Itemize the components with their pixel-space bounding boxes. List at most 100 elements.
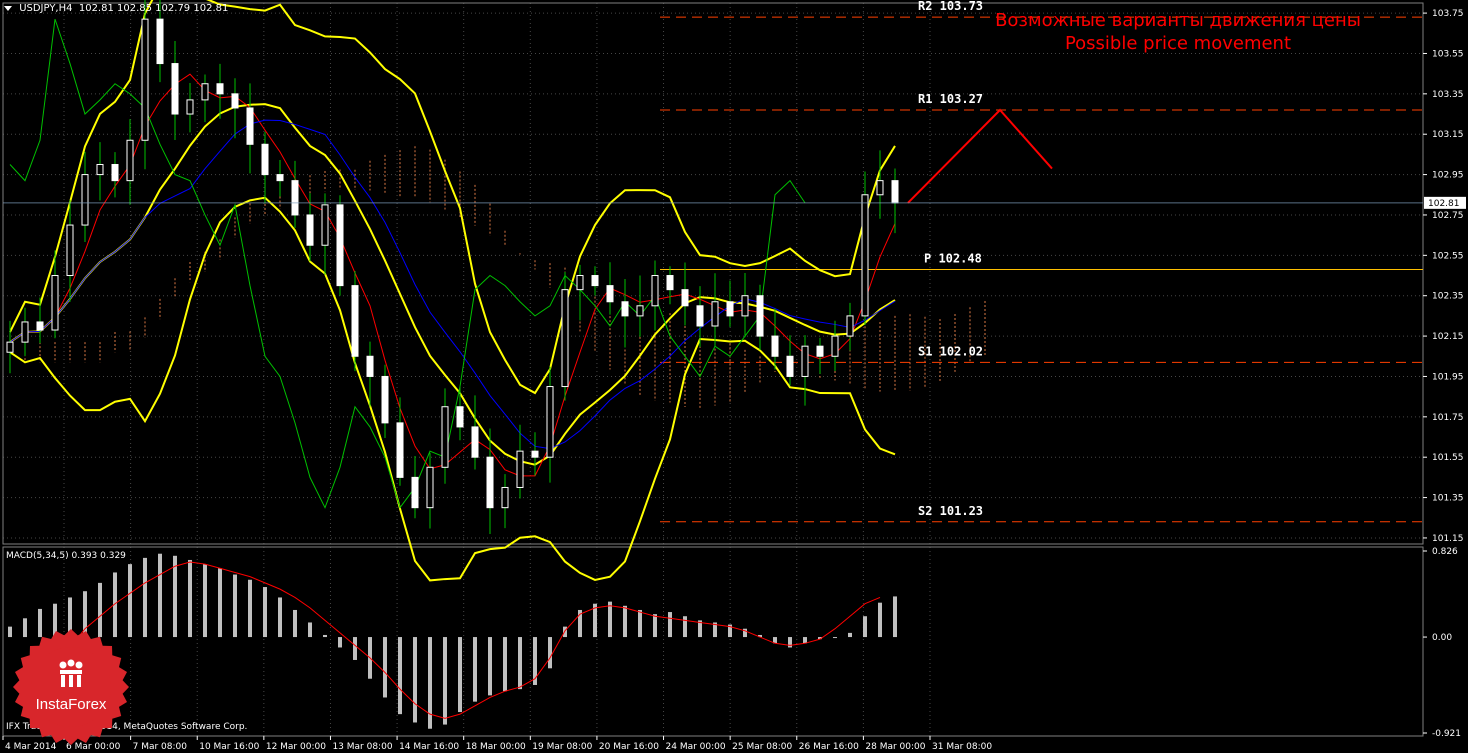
level-label-s1: S1 102.02 bbox=[918, 344, 983, 358]
candle-body bbox=[396, 422, 404, 478]
pivot-levels: R2 103.73R1 103.27P 102.48S1 102.02S2 10… bbox=[660, 0, 1423, 523]
candle-body bbox=[576, 275, 584, 291]
macd-bar bbox=[503, 637, 507, 692]
price-tick-label: 103.15 bbox=[1432, 130, 1464, 140]
macd-bar bbox=[563, 626, 567, 638]
macd-bar bbox=[683, 616, 687, 638]
price-tick-label: 102.55 bbox=[1432, 251, 1464, 261]
price-tick-label: 102.75 bbox=[1432, 211, 1464, 221]
time-tick-label: 14 Mar 16:00 bbox=[399, 742, 459, 752]
candle-body bbox=[231, 93, 239, 109]
macd-bar bbox=[128, 564, 132, 638]
candle-body bbox=[861, 194, 869, 317]
candle-body bbox=[411, 476, 419, 509]
macd-bar bbox=[893, 596, 897, 638]
macd-bar bbox=[188, 559, 192, 638]
price-tick-label: 102.95 bbox=[1432, 171, 1464, 181]
candle-body bbox=[471, 426, 479, 458]
candle-body bbox=[6, 341, 14, 353]
candle-body bbox=[711, 301, 719, 327]
macd-header: MACD(5,34,5) 0.393 0.329 bbox=[6, 551, 126, 561]
macd-bar bbox=[203, 564, 207, 638]
chart-header: USDJPY,H4 102.81 102.85 102.79 102.81 bbox=[4, 3, 228, 14]
candle-body bbox=[216, 83, 224, 95]
main-chart-panel[interactable] bbox=[2, 2, 1424, 545]
time-tick-label: 10 Mar 16:00 bbox=[199, 742, 259, 752]
macd-signal-line bbox=[54, 561, 881, 719]
macd-bar bbox=[218, 568, 222, 638]
candle-body bbox=[591, 275, 599, 287]
candle-body bbox=[291, 180, 299, 216]
candle-body bbox=[306, 214, 314, 246]
bollinger-lower bbox=[9, 196, 896, 582]
macd-indicator: 0.826 0.00 -0.921 bbox=[8, 547, 1461, 739]
price-tick-label: 101.75 bbox=[1432, 413, 1464, 423]
candle-body bbox=[891, 180, 899, 204]
macd-bar bbox=[863, 616, 867, 638]
candle-body bbox=[546, 386, 554, 458]
time-tick-label: 20 Mar 16:00 bbox=[599, 742, 659, 752]
macd-bar bbox=[413, 637, 417, 723]
candle-body bbox=[756, 295, 764, 337]
time-tick-label: 25 Mar 08:00 bbox=[732, 742, 792, 752]
time-tick-label: 26 Mar 16:00 bbox=[799, 742, 859, 752]
level-label-s2: S2 101.23 bbox=[918, 504, 983, 518]
candle-body bbox=[486, 456, 494, 509]
dropdown-icon[interactable] bbox=[4, 5, 12, 11]
candle-body bbox=[201, 83, 209, 101]
macd-bar bbox=[518, 637, 522, 690]
macd-bar bbox=[848, 632, 852, 638]
candle-body bbox=[846, 315, 854, 337]
chart-canvas: R2 103.73R1 103.27P 102.48S1 102.02S2 10… bbox=[2, 0, 1466, 752]
macd-bar bbox=[548, 637, 552, 669]
current-price-label: 102.81 bbox=[1428, 199, 1460, 209]
macd-bar bbox=[473, 637, 477, 702]
candle-body bbox=[126, 139, 134, 182]
time-tick-label: 19 Mar 08:00 bbox=[532, 742, 592, 752]
time-tick-label: 7 Mar 08:00 bbox=[133, 742, 188, 752]
candle-body bbox=[801, 345, 809, 377]
instaforex-logo: InstaForex bbox=[13, 629, 129, 745]
candle-body bbox=[96, 163, 104, 176]
candle-body bbox=[261, 143, 269, 176]
candle-body bbox=[516, 450, 524, 488]
macd-bar bbox=[638, 609, 642, 638]
macd-panel[interactable] bbox=[2, 546, 1424, 737]
candle-body bbox=[651, 275, 659, 307]
candle-body bbox=[636, 305, 644, 317]
price-tick-label: 103.75 bbox=[1432, 9, 1464, 19]
time-tick-label: 24 Mar 00:00 bbox=[666, 742, 726, 752]
macd-bar bbox=[173, 555, 177, 638]
time-tick-label: 28 Mar 00:00 bbox=[865, 742, 925, 752]
candle-body bbox=[531, 450, 539, 458]
macd-bar bbox=[608, 601, 612, 638]
candle-body bbox=[81, 174, 89, 226]
candle-body bbox=[381, 375, 389, 424]
macd-tick-label: -0.921 bbox=[1432, 729, 1461, 739]
candle-body bbox=[426, 466, 434, 509]
macd-bar bbox=[443, 637, 447, 725]
candle-body bbox=[726, 301, 734, 317]
macd-bar bbox=[488, 637, 492, 696]
candle-body bbox=[246, 107, 254, 145]
macd-bar bbox=[278, 597, 282, 638]
macd-bar bbox=[398, 637, 402, 715]
price-tick-label: 103.35 bbox=[1432, 90, 1464, 100]
macd-tick-label: 0.00 bbox=[1432, 633, 1452, 643]
candle-body bbox=[666, 275, 674, 291]
macd-bar bbox=[788, 637, 792, 648]
annotation-ru: Возможные варианты движения цены bbox=[995, 10, 1361, 31]
price-tick-label: 101.95 bbox=[1432, 372, 1464, 382]
annotation-en: Possible price movement bbox=[1064, 33, 1292, 54]
macd-bar bbox=[338, 637, 342, 648]
macd-bar bbox=[158, 553, 162, 638]
macd-bar bbox=[353, 637, 357, 660]
macd-tick-label: 0.826 bbox=[1432, 547, 1458, 557]
candle-body bbox=[66, 224, 74, 277]
price-tick-label: 101.35 bbox=[1432, 494, 1464, 504]
candle-body bbox=[831, 335, 839, 357]
macd-bar bbox=[623, 605, 627, 638]
kijun-line bbox=[9, 119, 896, 450]
candle-body bbox=[606, 285, 614, 303]
macd-bar bbox=[248, 579, 252, 638]
